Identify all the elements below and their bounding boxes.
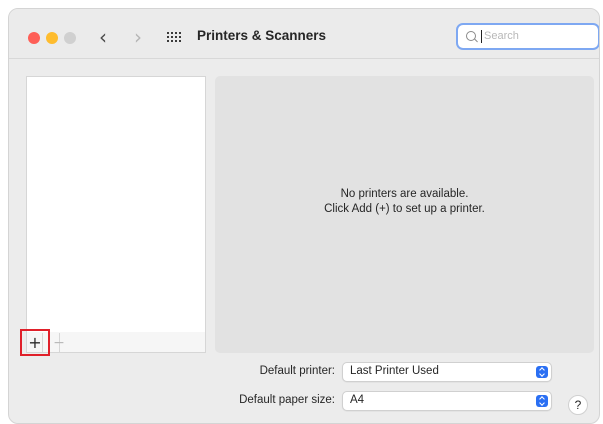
back-chevron-icon[interactable]: ‹ bbox=[99, 23, 107, 51]
default-printer-label: Default printer: bbox=[259, 365, 335, 377]
search-input[interactable] bbox=[484, 27, 594, 45]
default-printer-value: Last Printer Used bbox=[350, 365, 439, 377]
show-all-grid-icon[interactable] bbox=[167, 32, 181, 44]
help-button[interactable]: ? bbox=[568, 395, 588, 415]
close-button[interactable] bbox=[28, 32, 40, 44]
default-paper-size-label: Default paper size: bbox=[239, 394, 335, 406]
minimize-button[interactable] bbox=[46, 32, 58, 44]
text-cursor bbox=[481, 30, 482, 43]
up-down-chevron-icon bbox=[536, 395, 548, 407]
empty-state-message: No printers are available. Click Add (+)… bbox=[215, 187, 594, 217]
empty-state-line-1: No printers are available. bbox=[340, 188, 469, 200]
printer-detail-panel: No printers are available. Click Add (+)… bbox=[215, 76, 594, 353]
forward-chevron-icon[interactable]: › bbox=[134, 23, 142, 51]
window-title: Printers & Scanners bbox=[197, 28, 327, 43]
default-printer-popup[interactable]: Last Printer Used bbox=[342, 362, 552, 382]
default-paper-size-value: A4 bbox=[350, 394, 365, 406]
empty-state-line-2: Click Add (+) to set up a printer. bbox=[324, 203, 485, 215]
remove-printer-button[interactable]: − bbox=[52, 334, 66, 352]
add-button-highlight bbox=[20, 329, 50, 356]
default-paper-size-popup[interactable]: A4 bbox=[342, 391, 552, 411]
up-down-chevron-icon bbox=[536, 366, 548, 378]
magnifier-icon bbox=[466, 31, 476, 41]
search-field[interactable] bbox=[456, 23, 599, 50]
preferences-window: ‹ › Printers & Scanners + − No printers … bbox=[8, 8, 600, 424]
title-bar: ‹ › Printers & Scanners bbox=[9, 9, 599, 59]
printer-list[interactable] bbox=[26, 76, 206, 333]
zoom-button[interactable] bbox=[64, 32, 76, 44]
